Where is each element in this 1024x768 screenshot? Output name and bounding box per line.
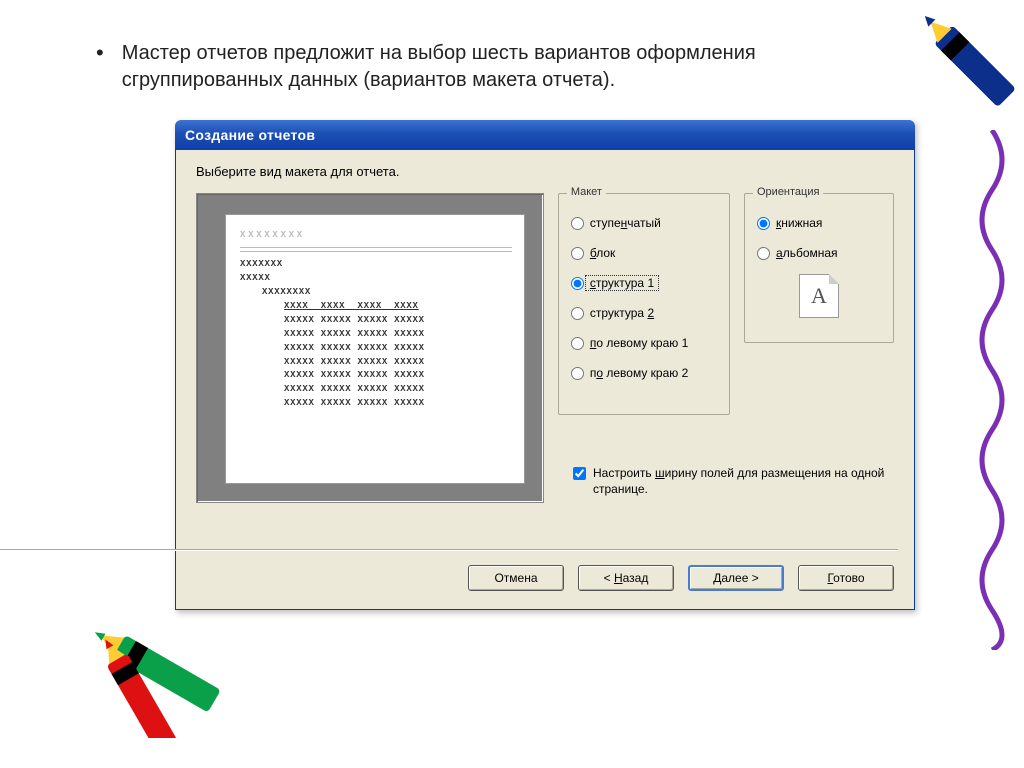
layout-group: Макет ступенчатыйблокструктура 1структур… bbox=[558, 193, 730, 415]
layout-option-5[interactable]: по левому краю 2 bbox=[571, 358, 717, 388]
next-button[interactable]: Далее > bbox=[688, 565, 784, 591]
orientation-icon: A bbox=[799, 274, 839, 318]
dialog-title: Создание отчетов bbox=[185, 127, 315, 143]
layout-group-title: Макет bbox=[567, 186, 606, 198]
dialog-instruction: Выберите вид макета для отчета. bbox=[196, 164, 894, 179]
orientation-option-1[interactable]: альбомная bbox=[757, 238, 881, 268]
squiggle-decoration bbox=[972, 130, 1012, 650]
orientation-radio-1[interactable] bbox=[757, 247, 770, 260]
crayon-decoration-bl bbox=[70, 608, 280, 738]
fit-width-checkbox-row: Настроить ширину полей для размещения на… bbox=[573, 466, 893, 497]
layout-option-4[interactable]: по левому краю 1 bbox=[571, 328, 717, 358]
layout-radio-4[interactable] bbox=[571, 337, 584, 350]
layout-preview-panel: XXXXXXXX XXXXXXX XXXXX XXXXXXXX XXXX XXX… bbox=[196, 193, 544, 503]
orientation-option-0[interactable]: книжная bbox=[757, 208, 881, 238]
orientation-radio-0[interactable] bbox=[757, 217, 770, 230]
layout-option-3[interactable]: структура 2 bbox=[571, 298, 717, 328]
finish-button[interactable]: Готово bbox=[798, 565, 894, 591]
layout-label-3: структура 2 bbox=[590, 306, 654, 320]
orientation-group: Ориентация книжнаяальбомная A bbox=[744, 193, 894, 343]
fit-width-checkbox[interactable] bbox=[573, 467, 586, 480]
layout-radio-3[interactable] bbox=[571, 307, 584, 320]
layout-label-5: по левому краю 2 bbox=[590, 366, 688, 380]
layout-radio-1[interactable] bbox=[571, 247, 584, 260]
layout-label-0: ступенчатый bbox=[590, 216, 661, 230]
layout-radio-2[interactable] bbox=[571, 277, 584, 290]
slide-bullet: • Мастер отчетов предложит на выбор шест… bbox=[96, 40, 916, 94]
dialog-button-row: Отмена < Назад Далее > Готово bbox=[468, 565, 894, 591]
layout-option-2[interactable]: структура 1 bbox=[571, 268, 717, 298]
layout-label-1: блок bbox=[590, 246, 615, 260]
layout-preview-page: XXXXXXXX XXXXXXX XXXXX XXXXXXXX XXXX XXX… bbox=[225, 214, 525, 484]
orientation-group-title: Ориентация bbox=[753, 186, 823, 198]
back-button[interactable]: < Назад bbox=[578, 565, 674, 591]
bullet-dot: • bbox=[96, 40, 104, 94]
fit-width-label: Настроить ширину полей для размещения на… bbox=[593, 466, 893, 497]
layout-label-2: структура 1 bbox=[590, 276, 654, 290]
layout-radio-5[interactable] bbox=[571, 367, 584, 380]
layout-option-1[interactable]: блок bbox=[571, 238, 717, 268]
orientation-label-1: альбомная bbox=[776, 246, 838, 260]
cancel-button[interactable]: Отмена bbox=[468, 565, 564, 591]
dialog-titlebar[interactable]: Создание отчетов bbox=[175, 120, 915, 150]
report-wizard-dialog: Создание отчетов Выберите вид макета для… bbox=[175, 120, 915, 610]
layout-option-0[interactable]: ступенчатый bbox=[571, 208, 717, 238]
layout-label-4: по левому краю 1 bbox=[590, 336, 688, 350]
layout-radio-0[interactable] bbox=[571, 217, 584, 230]
orientation-label-0: книжная bbox=[776, 216, 822, 230]
slide-text: Мастер отчетов предложит на выбор шесть … bbox=[122, 40, 916, 94]
